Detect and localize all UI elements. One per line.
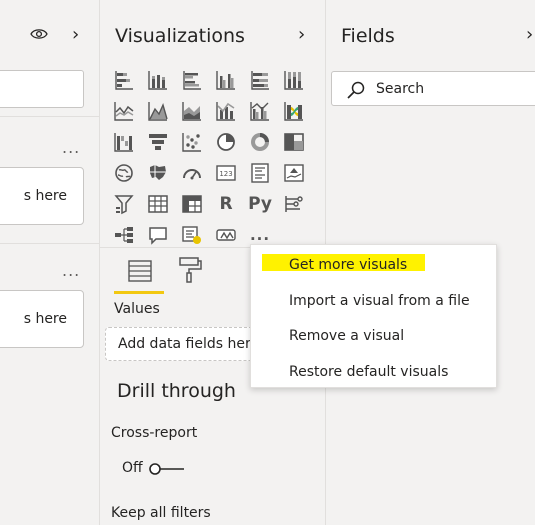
stacked-bar-chart-icon[interactable] bbox=[110, 67, 138, 93]
funnel-chart-icon[interactable] bbox=[144, 129, 172, 155]
more-options-icon[interactable]: ... bbox=[62, 261, 80, 280]
filter-well-label: s here bbox=[23, 188, 67, 204]
menu-item-remove-visual[interactable]: Remove a visual bbox=[289, 328, 404, 344]
waterfall-chart-icon[interactable] bbox=[110, 129, 138, 155]
menu-item-restore-default-visuals[interactable]: Restore default visuals bbox=[289, 364, 448, 380]
divider bbox=[0, 116, 100, 117]
table-icon[interactable] bbox=[144, 191, 172, 217]
decomposition-tree-icon[interactable] bbox=[110, 222, 138, 248]
more-visuals-label: ... bbox=[249, 226, 271, 244]
filter-well[interactable]: s here bbox=[0, 290, 84, 348]
toggle-state-label: Off bbox=[122, 460, 143, 476]
kpi-icon[interactable] bbox=[280, 160, 308, 186]
python-visual-icon[interactable]: Py bbox=[246, 191, 274, 217]
line-and-stacked-column-chart-icon[interactable] bbox=[212, 98, 240, 124]
pie-chart-icon[interactable] bbox=[212, 129, 240, 155]
ribbon-chart-icon[interactable] bbox=[280, 98, 308, 124]
gauge-icon[interactable] bbox=[178, 160, 206, 186]
paginated-report-icon[interactable] bbox=[212, 222, 240, 248]
cross-report-toggle[interactable] bbox=[148, 462, 186, 476]
line-and-clustered-column-chart-icon[interactable] bbox=[246, 98, 274, 124]
map-icon[interactable] bbox=[110, 160, 138, 186]
eye-icon[interactable] bbox=[30, 27, 48, 41]
fields-search-input[interactable]: Search bbox=[331, 71, 535, 106]
100-stacked-bar-chart-icon[interactable] bbox=[246, 67, 274, 93]
treemap-icon[interactable] bbox=[280, 129, 308, 155]
donut-chart-icon[interactable] bbox=[246, 129, 274, 155]
card-icon[interactable]: 123 bbox=[212, 160, 240, 186]
add-data-fields-placeholder: Add data fields here bbox=[118, 336, 260, 352]
100-stacked-column-chart-icon[interactable] bbox=[280, 67, 308, 93]
qa-icon[interactable] bbox=[144, 222, 172, 248]
visual-gallery: 123 R Py ... bbox=[110, 67, 320, 253]
key-influencers-icon[interactable] bbox=[280, 191, 308, 217]
line-chart-icon[interactable] bbox=[110, 98, 138, 124]
clustered-column-chart-icon[interactable] bbox=[212, 67, 240, 93]
active-tab-indicator bbox=[114, 291, 164, 294]
collapse-visualizations-chevron-icon[interactable]: › bbox=[298, 24, 305, 45]
svg-text:123: 123 bbox=[219, 170, 232, 178]
r-script-visual-icon[interactable]: R bbox=[212, 191, 240, 217]
py-label: Py bbox=[248, 194, 272, 214]
clustered-bar-chart-icon[interactable] bbox=[178, 67, 206, 93]
collapse-filters-chevron-icon[interactable]: › bbox=[72, 24, 79, 45]
menu-item-import-visual-from-file[interactable]: Import a visual from a file bbox=[289, 293, 470, 309]
filter-well-label: s here bbox=[23, 311, 67, 327]
filled-map-icon[interactable] bbox=[144, 160, 172, 186]
more-visuals-context-menu: Get more visuals Import a visual from a … bbox=[250, 244, 497, 388]
format-paint-roller-icon[interactable] bbox=[177, 256, 203, 284]
values-label: Values bbox=[114, 301, 160, 317]
menu-item-get-more-visuals[interactable]: Get more visuals bbox=[289, 257, 407, 273]
drill-through-title: Drill through bbox=[117, 380, 236, 402]
search-icon bbox=[347, 81, 365, 99]
filter-well[interactable]: s here bbox=[0, 167, 84, 225]
cross-report-label: Cross-report bbox=[111, 425, 198, 441]
keep-all-filters-label: Keep all filters bbox=[111, 505, 211, 521]
smart-narrative-icon[interactable] bbox=[178, 222, 206, 248]
scatter-chart-icon[interactable] bbox=[178, 129, 206, 155]
search-placeholder: Search bbox=[376, 81, 425, 97]
matrix-icon[interactable] bbox=[178, 191, 206, 217]
divider bbox=[0, 243, 100, 244]
slicer-icon[interactable] bbox=[110, 191, 138, 217]
multi-row-card-icon[interactable] bbox=[246, 160, 274, 186]
more-options-icon[interactable]: ... bbox=[62, 138, 80, 157]
collapse-fields-chevron-icon[interactable]: › bbox=[526, 24, 533, 45]
area-chart-icon[interactable] bbox=[144, 98, 172, 124]
r-label: R bbox=[219, 194, 233, 214]
fields-title: Fields bbox=[341, 25, 395, 47]
filters-pane: › ... s here ... s here bbox=[0, 0, 100, 525]
visualizations-title: Visualizations bbox=[115, 25, 245, 47]
stacked-area-chart-icon[interactable] bbox=[178, 98, 206, 124]
fields-well-icon[interactable] bbox=[127, 258, 153, 284]
stacked-column-chart-icon[interactable] bbox=[144, 67, 172, 93]
filters-search-input[interactable] bbox=[0, 70, 84, 108]
